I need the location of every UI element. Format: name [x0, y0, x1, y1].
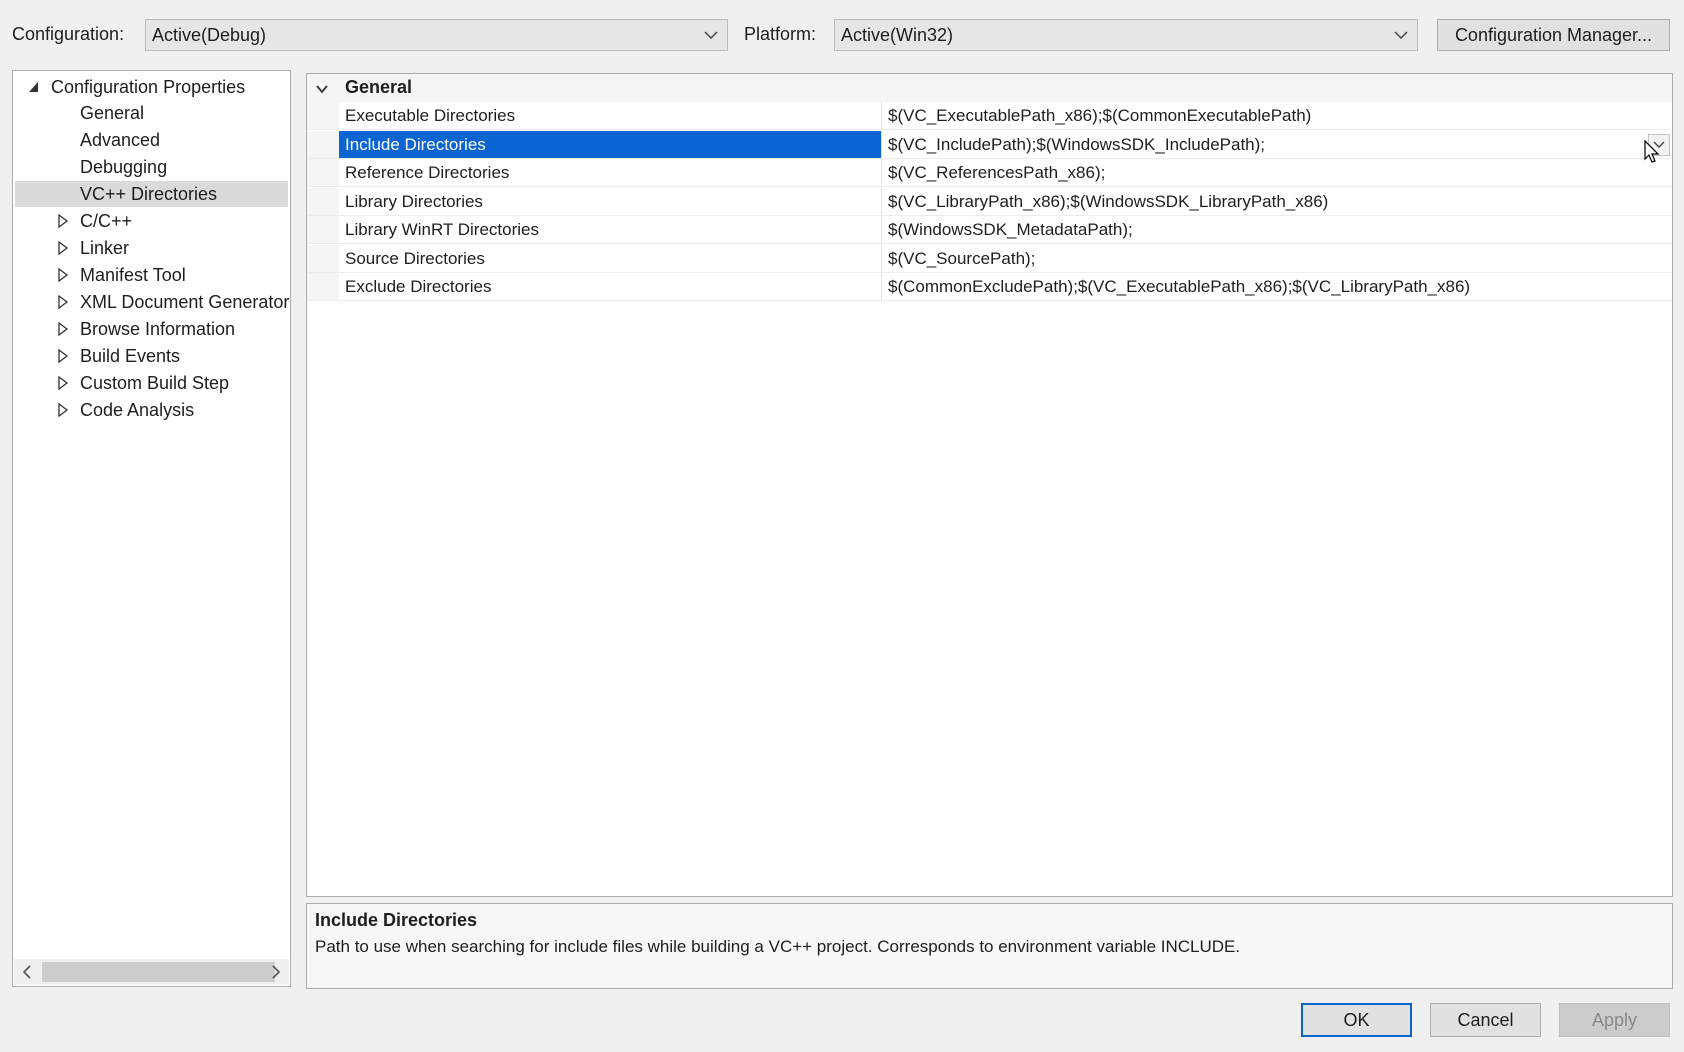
scrollbar-thumb[interactable] — [42, 962, 275, 982]
tree-item-label: Code Analysis — [80, 400, 195, 420]
property-row[interactable]: Source Directories $(VC_SourcePath); — [307, 244, 1672, 273]
tree-item-code-analysis[interactable]: Code Analysis — [13, 397, 288, 423]
tree-item-label: Build Events — [80, 346, 181, 366]
property-name[interactable]: Reference Directories — [339, 159, 881, 186]
apply-button[interactable]: Apply — [1559, 1003, 1670, 1037]
property-row[interactable]: Library WinRT Directories $(WindowsSDK_Me… — [307, 216, 1672, 244]
collapsed-triangle-icon[interactable] — [57, 322, 69, 336]
platform-dropdown[interactable]: Active(Win32) — [834, 19, 1418, 51]
chevron-down-icon — [704, 31, 718, 40]
tree-item-label: C/C++ — [80, 211, 133, 231]
property-name[interactable]: Executable Directories — [339, 102, 881, 129]
row-gutter — [307, 273, 339, 300]
row-gutter — [307, 216, 339, 243]
description-title: Include Directories — [315, 910, 478, 930]
tree-item-label: Manifest Tool — [80, 265, 186, 285]
tree-item-vc-directories[interactable]: VC++ Directories — [15, 181, 288, 207]
tree-item-advanced[interactable]: Advanced — [13, 127, 288, 153]
tree-item-label: Debugging — [80, 157, 168, 177]
description-text: Path to use when searching for include f… — [315, 937, 1241, 956]
chevron-down-icon — [1394, 31, 1408, 40]
property-row[interactable]: Library Directories $(VC_LibraryPath_x86)… — [307, 187, 1672, 216]
collapsed-triangle-icon[interactable] — [57, 268, 69, 282]
tree-item-browse-information[interactable]: Browse Information — [13, 316, 288, 342]
property-name[interactable]: Source Directories — [339, 245, 881, 272]
tree-item-debugging[interactable]: Debugging — [13, 154, 288, 180]
tree-item-manifest-tool[interactable]: Manifest Tool — [13, 262, 288, 288]
property-row[interactable]: Reference Directories $(VC_ReferencesPath… — [307, 159, 1672, 187]
collapsed-triangle-icon[interactable] — [57, 241, 69, 255]
configuration-dropdown-value: Active(Debug) — [152, 24, 267, 45]
tree-item-label: VC++ Directories — [80, 184, 218, 204]
mouse-cursor-icon — [1644, 140, 1660, 163]
tree-item-linker[interactable]: Linker — [13, 235, 288, 261]
property-value[interactable]: $(VC_IncludePath);$(WindowsSDK_IncludePa… — [881, 130, 1671, 158]
configuration-dropdown[interactable]: Active(Debug) — [145, 19, 728, 51]
category-row-general[interactable]: General — [307, 74, 1672, 102]
tree-item-general[interactable]: General — [13, 100, 288, 126]
property-grid: General Executable Directories $(VC_Execu… — [306, 73, 1673, 897]
scroll-left-icon[interactable] — [22, 965, 32, 979]
property-tree: Configuration Properties General Advanced… — [12, 70, 291, 987]
tree-item-build-events[interactable]: Build Events — [13, 343, 288, 369]
property-row[interactable]: Include Directories $(VC_IncludePath);$(W… — [307, 130, 1672, 159]
property-name[interactable]: Library Directories — [339, 188, 881, 215]
tree-item-c-c-[interactable]: C/C++ — [13, 208, 288, 234]
tree-item-custom-build-step[interactable]: Custom Build Step — [13, 370, 288, 396]
property-name[interactable]: Exclude Directories — [339, 273, 881, 300]
collapsed-triangle-icon[interactable] — [57, 214, 69, 228]
ok-button[interactable]: OK — [1301, 1003, 1412, 1037]
property-name[interactable]: Library WinRT Directories — [339, 216, 881, 243]
tree-item-xml-document-generator[interactable]: XML Document Generator — [13, 289, 290, 315]
tree-root-configuration-properties[interactable]: Configuration Properties — [51, 74, 245, 100]
collapsed-triangle-icon[interactable] — [57, 349, 69, 363]
property-value[interactable]: $(VC_SourcePath); — [881, 244, 1671, 272]
property-value[interactable]: $(CommonExcludePath);$(VC_ExecutablePath… — [881, 273, 1671, 300]
collapsed-triangle-icon[interactable] — [57, 295, 69, 309]
tree-item-label: Linker — [80, 238, 130, 258]
row-gutter — [307, 187, 339, 215]
property-value[interactable]: $(VC_ExecutablePath_x86);$(CommonExecuta… — [881, 102, 1671, 129]
tree-item-label: XML Document Generator — [80, 292, 290, 312]
description-panel: Include Directories Path to use when sea… — [306, 903, 1673, 989]
configuration-manager-button[interactable]: Configuration Manager... — [1437, 19, 1670, 51]
tree-item-label: General — [80, 103, 145, 123]
property-value[interactable]: $(WindowsSDK_MetadataPath); — [881, 216, 1671, 243]
row-gutter — [307, 130, 339, 158]
collapsed-triangle-icon[interactable] — [57, 376, 69, 390]
tree-horizontal-scrollbar[interactable] — [14, 959, 289, 985]
platform-dropdown-value: Active(Win32) — [841, 24, 954, 45]
tree-item-label: Custom Build Step — [80, 373, 230, 393]
property-value[interactable]: $(VC_ReferencesPath_x86); — [881, 159, 1671, 186]
property-value[interactable]: $(VC_LibraryPath_x86);$(WindowsSDK_Libra… — [881, 187, 1671, 215]
cancel-button[interactable]: Cancel — [1430, 1003, 1541, 1037]
category-label: General — [345, 77, 413, 97]
tree-item-label: Browse Information — [80, 319, 236, 339]
collapsed-triangle-icon[interactable] — [57, 403, 69, 417]
property-name[interactable]: Include Directories — [339, 130, 881, 158]
row-gutter — [307, 159, 339, 186]
row-gutter — [307, 102, 339, 129]
property-row[interactable]: Executable Directories $(VC_ExecutablePat… — [307, 102, 1672, 130]
scroll-right-icon[interactable] — [271, 965, 281, 979]
row-gutter — [307, 244, 339, 272]
property-row[interactable]: Exclude Directories $(CommonExcludePath);… — [307, 273, 1672, 301]
chevron-down-icon[interactable] — [315, 82, 329, 96]
tree-item-label: Advanced — [80, 130, 161, 150]
expanded-triangle-icon[interactable] — [28, 80, 40, 94]
configuration-label: Configuration: — [12, 24, 125, 44]
platform-label: Platform: — [744, 24, 817, 44]
